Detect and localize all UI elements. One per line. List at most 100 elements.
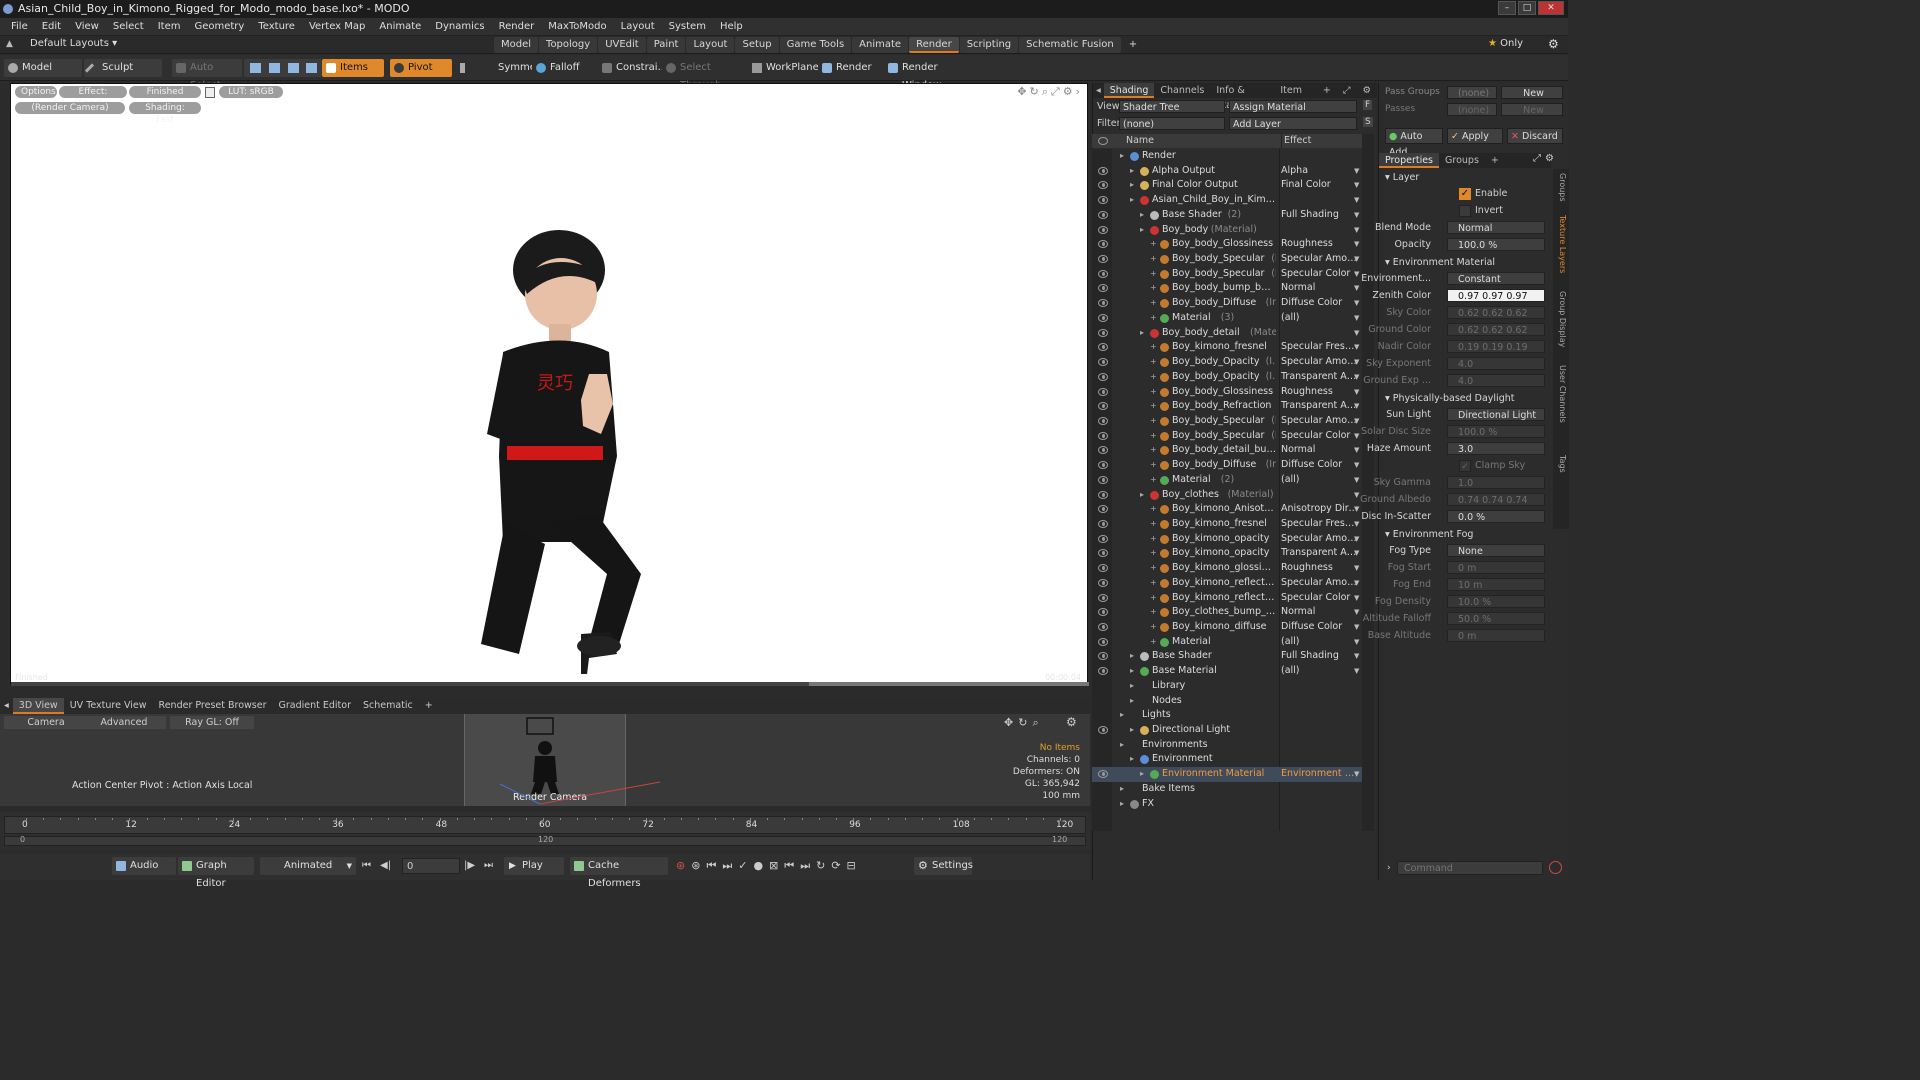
effect-dropdown-icon[interactable]: ▼ [1354,429,1359,444]
visibility-eye-icon[interactable] [1098,402,1108,411]
tree-row[interactable]: ▸ Render [1092,149,1362,164]
visibility-eye-icon[interactable] [1098,490,1108,499]
filter-dropdown[interactable]: (none) [1119,117,1225,130]
fog-section[interactable]: ▾ Environment Fog [1385,529,1473,540]
menu-help[interactable]: Help [713,21,750,32]
props-maximize-icon[interactable]: ⤢ [1533,153,1541,164]
visibility-eye-icon[interactable] [1098,667,1108,676]
visibility-eye-icon[interactable] [1098,284,1108,293]
command-input[interactable] [1397,861,1543,875]
visibility-eye-icon[interactable] [1098,461,1108,470]
tree-row[interactable]: + Boy_body_Refraction Transparent Amo ...▼ [1092,399,1362,414]
minimize-button[interactable]: – [1498,1,1516,15]
tree-row[interactable]: ▸ Boy_body (Material) ▼ [1092,223,1362,238]
items-button[interactable]: Items [322,59,384,77]
effect-dropdown-icon[interactable]: ▼ [1354,385,1359,400]
tree-row[interactable]: ▸ Lights [1092,708,1362,723]
add-panel-tab-button[interactable]: + [1317,83,1337,98]
render-camera-chip[interactable]: (Render Camera) [15,102,125,114]
key-last-icon[interactable]: ⏭ [800,859,816,872]
viewport-scrollbar[interactable] [11,682,1089,686]
visibility-eye-icon[interactable] [1098,770,1108,779]
auto-add-button[interactable]: ● Auto Add [1385,128,1443,158]
effect-dropdown-icon[interactable]: ▼ [1354,620,1359,635]
expand-plus-icon[interactable]: + [1150,473,1157,488]
mini-zoom-icon[interactable]: ⌕ [1032,716,1043,729]
only-toggle[interactable]: ★ Only [1488,38,1523,49]
auto-select-button[interactable]: Auto Select [172,59,242,91]
effect-dropdown-icon[interactable]: ▼ [1354,649,1359,664]
tree-row-effect[interactable]: Alpha [1281,164,1359,179]
effect-dropdown-icon[interactable]: ▼ [1354,326,1359,341]
effect-dropdown-icon[interactable]: ▼ [1354,281,1359,296]
tree-row[interactable]: ▸ Environment Material Environment Color▼ [1092,767,1362,782]
render-button[interactable]: Render [818,59,874,77]
tab-uv-texture-view[interactable]: UV Texture View [64,698,153,714]
render-viewport[interactable]: Options Effect: (Shadi... Finished LUT: … [10,83,1089,686]
ground-color-field[interactable]: 0.62 0.62 0.62 [1447,323,1545,336]
tree-row-effect[interactable]: Normal [1281,281,1359,296]
expand-plus-icon[interactable]: ▸ [1130,649,1134,664]
tree-row-effect[interactable]: Specular Amount [1281,532,1359,547]
discard-button[interactable]: ✕ Discard [1507,128,1563,144]
tab-info-statistics[interactable]: Info & Statis ... [1210,83,1274,111]
expand-plus-icon[interactable]: ▸ [1130,752,1134,767]
effect-dropdown-icon[interactable]: ▼ [1354,458,1359,473]
expand-plus-icon[interactable]: + [1150,355,1157,370]
disc-scatter-field[interactable]: 0.0 % [1447,510,1545,523]
lock-icon[interactable] [205,87,215,98]
tree-row-effect[interactable]: Full Shading [1281,649,1359,664]
effect-dropdown-icon[interactable]: ▼ [1354,370,1359,385]
solar-disc-field[interactable]: 100.0 % [1447,425,1545,438]
menu-geometry[interactable]: Geometry [187,21,251,32]
tab-paint[interactable]: Paint [646,37,686,53]
props-gear-icon[interactable]: ⚙ [1545,153,1554,164]
add-view-tab-button[interactable]: + [419,698,439,714]
effect-dropdown-icon[interactable]: ▼ [1354,635,1359,650]
expand-plus-icon[interactable]: ▸ [1120,708,1124,723]
visibility-eye-icon[interactable] [1098,181,1108,190]
ground-exp-field[interactable]: 4.0 [1447,374,1545,387]
menu-render[interactable]: Render [492,21,542,32]
prev-key-icon[interactable]: ◀| [380,860,391,871]
effect-dropdown-icon[interactable]: ▼ [1354,237,1359,252]
pivot-button[interactable]: Pivot [390,59,452,77]
expand-plus-icon[interactable]: + [1150,635,1157,650]
expand-plus-icon[interactable]: + [1150,237,1157,252]
visibility-eye-icon[interactable] [1098,313,1108,322]
side-tab-user-channels[interactable]: User Channels [1555,365,1567,423]
tree-row[interactable]: + Boy_body_Specular (I... Specular Amount▼ [1092,252,1362,267]
tree-row[interactable]: ▸ Base Material (all) ▼ [1092,664,1362,679]
menu-dynamics[interactable]: Dynamics [428,21,491,32]
menu-system[interactable]: System [662,21,713,32]
side-tab-groups[interactable]: Groups [1555,173,1567,202]
menu-edit[interactable]: Edit [35,21,68,32]
visibility-eye-icon[interactable] [1098,210,1108,219]
tree-row-effect[interactable]: Normal [1281,443,1359,458]
visibility-eye-icon[interactable] [1098,652,1108,661]
tree-row[interactable]: + Boy_body_bump_bake... Normal ▼ [1092,281,1362,296]
tree-row[interactable]: ▸ Alpha Output Alpha ▼ [1092,164,1362,179]
bounce-icon[interactable]: ⟳ [831,859,846,872]
arrow-right-icon[interactable]: › [1076,85,1083,98]
add-props-tab-button[interactable]: + [1485,153,1505,168]
effect-dropdown-icon[interactable]: ▼ [1354,502,1359,517]
tab-game-tools[interactable]: Game Tools [779,37,852,53]
select-through-button[interactable]: Select Through [662,59,744,91]
visibility-eye-icon[interactable] [1098,505,1108,514]
shader-tree-scrollbar[interactable] [1362,134,1374,831]
tab-channels[interactable]: Channels [1154,83,1210,98]
workplane-button[interactable]: WorkPlane [748,59,819,77]
close-button[interactable]: ✕ [1538,1,1564,15]
tree-row[interactable]: ▸ Asian_Child_Boy_in_Kimono... ▼ [1092,193,1362,208]
menu-file[interactable]: File [4,21,35,32]
visibility-eye-icon[interactable] [1098,534,1108,543]
visibility-eye-icon[interactable] [1098,343,1108,352]
visibility-eye-icon[interactable] [1098,328,1108,337]
tree-row-effect[interactable]: Environment Color [1281,767,1359,782]
haze-field[interactable]: 3.0 [1447,442,1545,455]
add-tab-button[interactable]: + [1122,37,1144,53]
albedo-field[interactable]: 0.74 0.74 0.74 [1447,493,1545,506]
search-toggle-icon[interactable]: S [1363,117,1373,127]
effect-dropdown-icon[interactable]: ▼ [1354,208,1359,223]
